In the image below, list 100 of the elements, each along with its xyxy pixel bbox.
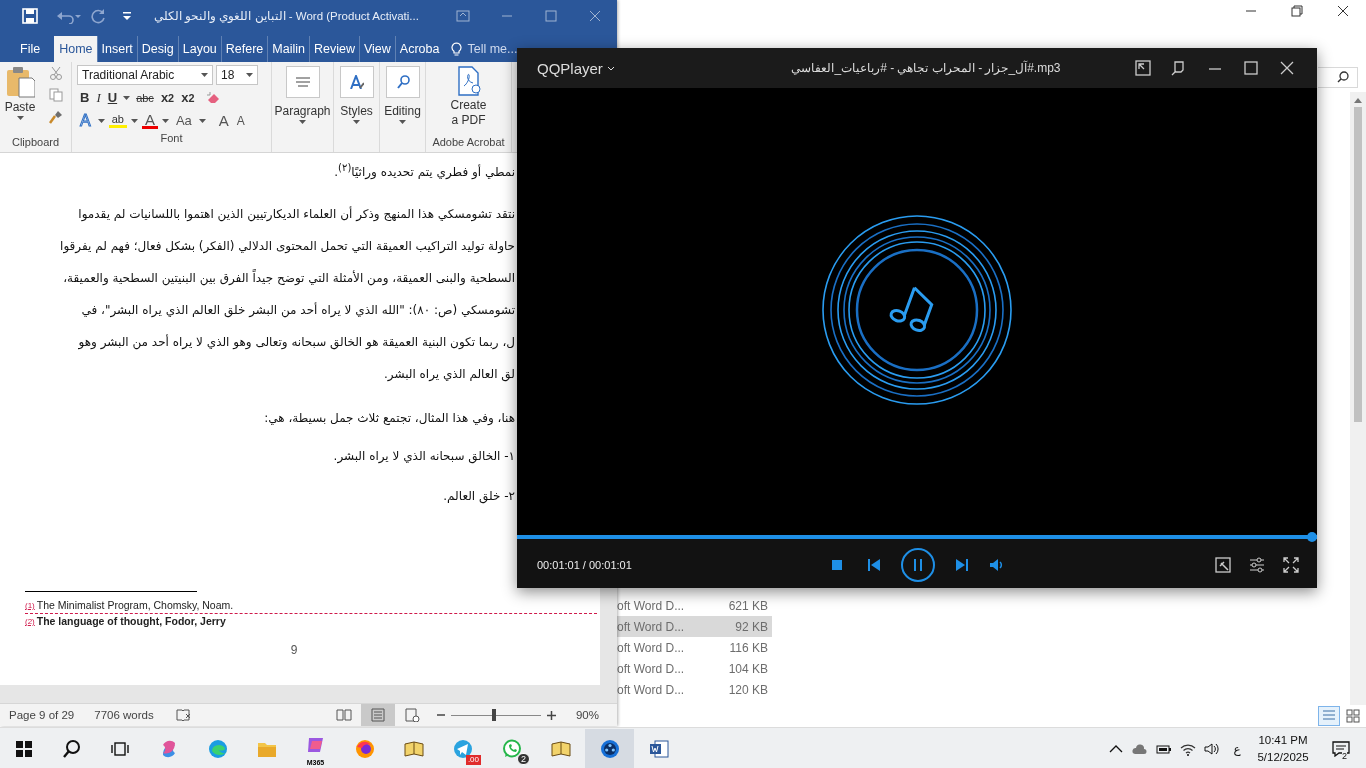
document-text: هنا، وفي هذا المثال، تجتمع ثلاث جمل بسيطة، هي: [263, 410, 515, 427]
pin-icon[interactable] [1171, 60, 1187, 76]
ribbon-display-icon[interactable] [456, 9, 470, 23]
editing-button[interactable]: Editing [382, 62, 423, 125]
restore-icon[interactable] [1291, 5, 1303, 17]
playback-time: 00:01:01 / 00:01:01 [537, 559, 633, 571]
caret-icon [299, 120, 306, 124]
file-row[interactable]: oft Word D... 120 KB [617, 679, 772, 700]
book-icon [550, 738, 571, 759]
app-menu[interactable]: QQPlayer [537, 59, 767, 77]
change-case-button[interactable]: Aa [172, 113, 195, 129]
bold-button[interactable]: B [77, 90, 93, 106]
mini-mode-icon[interactable] [1135, 60, 1151, 76]
shrink-font-button[interactable]: A [233, 113, 248, 129]
zoom-slider-thumb[interactable] [492, 708, 497, 721]
window-title: التباين اللغوي والنحو الكلي - Word (Product Activati... [153, 9, 420, 23]
pause-button[interactable] [901, 548, 935, 582]
font-size-dropdown[interactable]: 18 [216, 65, 258, 85]
caret-icon [399, 120, 406, 124]
font-color-button[interactable]: A [141, 113, 158, 129]
notification-badge: 2 [517, 752, 530, 765]
zoom-out-icon[interactable] [436, 711, 445, 719]
caret-icon [198, 119, 206, 123]
settings-icon[interactable] [1249, 557, 1265, 573]
highlight-button[interactable]: ab [108, 114, 127, 128]
paste-button[interactable]: Paste [3, 62, 43, 135]
grow-font-button[interactable]: A [215, 113, 232, 129]
document-text: السطحية والبنى العميقة، ومن الأمثلة التي توضح جيداً الفرق بين البنيتين السطحية والعميقة، [62, 268, 515, 288]
save-icon[interactable] [22, 8, 38, 24]
caret-icon [97, 119, 105, 123]
tools-icon[interactable] [1215, 557, 1231, 573]
chevron-icon [606, 65, 615, 71]
paintbrush-icon[interactable] [49, 110, 63, 124]
document-text: ل، ربما تكون البنية العميقة هو الخالق سبحانه وتعالى وهو الذي لا يراه أحد من البشر وهو [77, 333, 515, 352]
search-field[interactable] [1318, 66, 1358, 88]
lightbulb-icon [451, 41, 463, 57]
file-row[interactable]: oft Word D... 621 KB [617, 595, 772, 616]
tell-me-search[interactable]: Tell me... [467, 42, 518, 56]
zoom-in-icon[interactable] [546, 710, 556, 720]
file-row[interactable]: oft Word D... 116 KB [617, 637, 772, 658]
underline-button[interactable]: U [104, 90, 121, 106]
create-pdf-button[interactable]: Create a PDF [438, 62, 499, 135]
film-reel-icon [599, 738, 620, 759]
italic-button[interactable]: I [93, 90, 104, 106]
styles-button[interactable]: Styles [336, 62, 377, 125]
font-name-dropdown[interactable]: Traditional Arabic [77, 65, 213, 85]
ribbon-tab[interactable]: File [8, 36, 55, 62]
file-row[interactable]: oft Word D... 104 KB [617, 658, 772, 679]
input-language[interactable]: ع [1224, 741, 1250, 756]
start-icon[interactable] [14, 738, 34, 759]
paragraph-button[interactable]: Paragraph [274, 62, 331, 125]
pause-icon [912, 558, 924, 572]
search-icon[interactable] [62, 738, 82, 759]
print-layout-icon [369, 708, 386, 722]
proofing-icon[interactable] [175, 708, 192, 722]
media-title: آل_جزار - المحراب تجاهي - #رباعيات_العفاسي#.mp3 [790, 61, 1062, 75]
word-count[interactable]: 7706 words [94, 709, 154, 721]
document-text: نمطي أو فطري يتم تحديده وراثيًا$^{(٢)}$. [333, 161, 515, 181]
eraser-icon[interactable] [206, 91, 221, 105]
taskbar-button[interactable]: 2 [487, 728, 536, 768]
next-icon[interactable] [955, 558, 969, 572]
details-view-icon [1322, 709, 1336, 723]
notifications-button[interactable]: 2 [1316, 728, 1366, 768]
volume-icon[interactable] [1204, 741, 1220, 756]
page-number: 9 [289, 643, 299, 657]
ribbon-tab[interactable]: Home [54, 36, 97, 62]
group-label: Adobe Acrobat [432, 136, 505, 148]
document-text: نتقد تشومسكي هذا المنهج وذكر أن العلماء الديكارتيين الذين اهتموا باللسانيات لم يقدموا [77, 205, 515, 224]
close-icon[interactable] [1337, 5, 1349, 17]
cloud-icon[interactable] [1132, 741, 1148, 756]
document-text: ٢- خلق العالم. [442, 488, 515, 506]
previous-icon[interactable] [867, 558, 881, 572]
file-row[interactable]: oft Word D... 92 KB [617, 616, 772, 637]
view-button[interactable] [360, 704, 395, 726]
document-text: تشومسكي (ص: ٨٠): "الله الذي لا يراه أحد من البشر خلق العالم الذي يراه البشر"، في [80, 301, 515, 320]
page-count[interactable]: Page 9 of 29 [9, 709, 75, 721]
scrollbar[interactable] [1350, 92, 1366, 705]
search-icon [395, 75, 410, 89]
strikethrough-button[interactable]: abc [133, 90, 157, 106]
tiles-view-icon [1346, 709, 1360, 723]
caret-icon [353, 120, 360, 124]
taskbar-button[interactable]: .00 [438, 728, 487, 768]
document-text: لق العالم الذي يراه البشر. [383, 366, 515, 384]
volume-icon[interactable] [989, 558, 1005, 572]
scroll-up-icon[interactable] [1354, 97, 1362, 103]
paragraph-icon [295, 77, 310, 87]
maximize-icon[interactable] [1243, 60, 1259, 76]
styles-icon [349, 75, 364, 89]
caret-icon [246, 73, 253, 77]
footnote-mark: (2) [25, 616, 35, 628]
redo-icon[interactable] [90, 8, 106, 24]
taskbar-button[interactable] [585, 728, 634, 768]
zoom-level[interactable]: 90% [575, 709, 599, 721]
progress-bar[interactable] [517, 532, 1317, 542]
footnote-mark: (1) [25, 600, 35, 612]
stop-icon[interactable] [831, 559, 843, 571]
customize-icon[interactable] [122, 11, 132, 21]
clock[interactable]: 10:41 PM 5/12/2025 [1250, 731, 1316, 766]
fullscreen-icon[interactable] [1283, 557, 1299, 573]
notification-badge: .00 [465, 754, 481, 765]
